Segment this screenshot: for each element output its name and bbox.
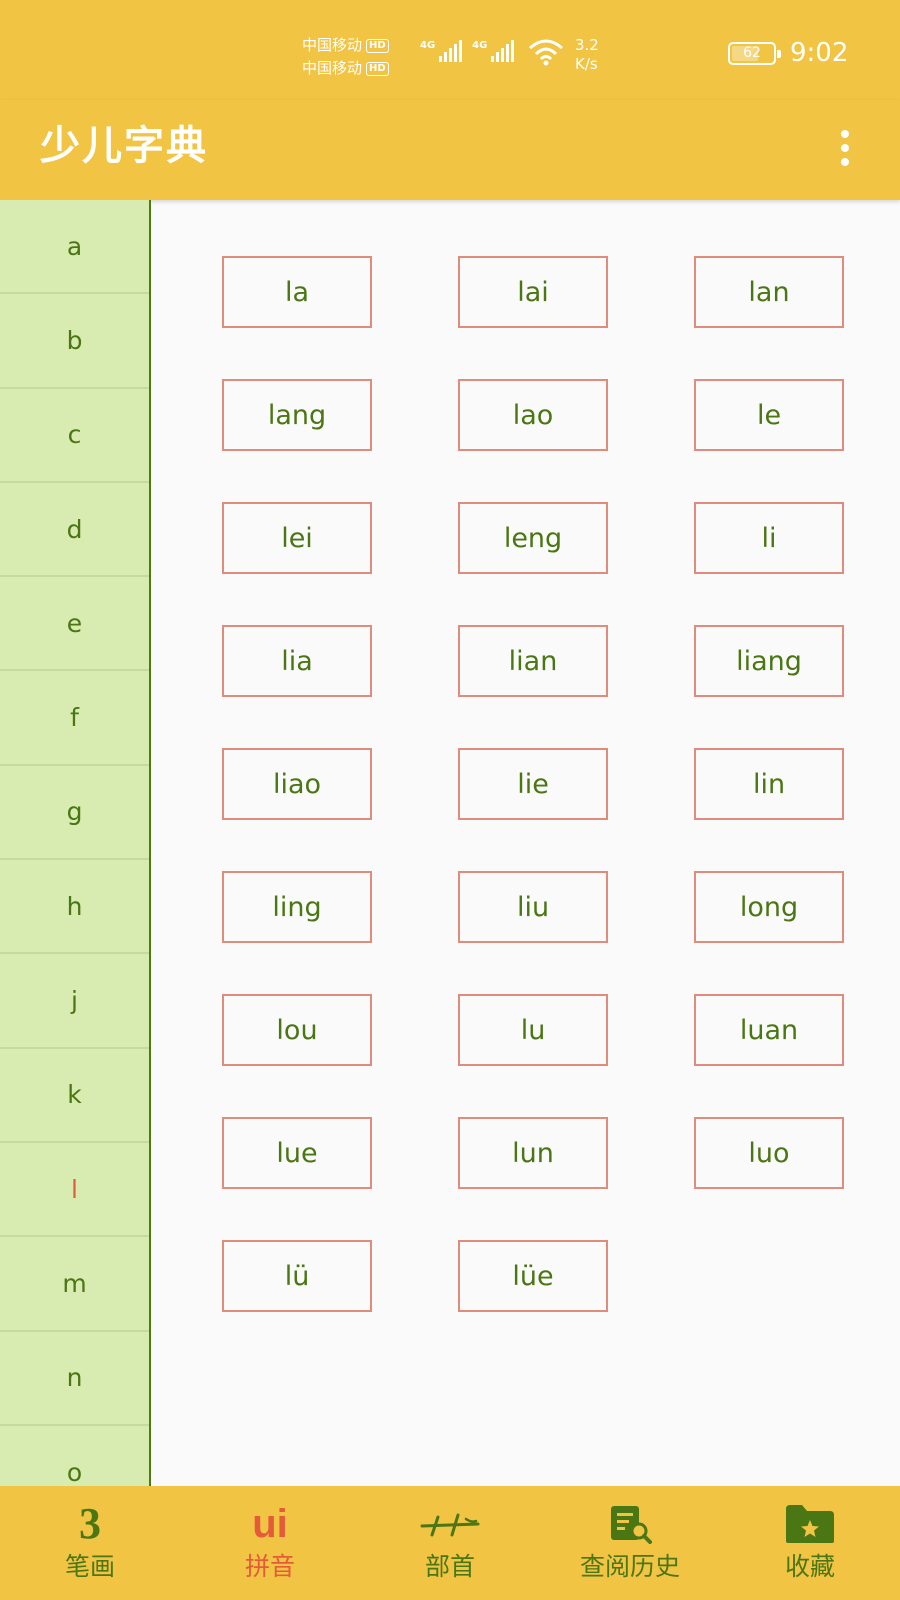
pinyin-button[interactable]: li: [694, 502, 844, 574]
history-icon: [607, 1500, 653, 1548]
nav-item-stroke[interactable]: 3 笔画: [0, 1486, 180, 1600]
pinyin-button[interactable]: lin: [694, 748, 844, 820]
pinyin-button[interactable]: lang: [222, 379, 372, 451]
hd-badge: HD: [366, 61, 389, 76]
sidebar-letter-k[interactable]: k: [0, 1049, 149, 1143]
pinyin-button[interactable]: lian: [458, 625, 608, 697]
pinyin-button[interactable]: long: [694, 871, 844, 943]
pinyin-button[interactable]: liao: [222, 748, 372, 820]
nav-label: 查阅历史: [579, 1552, 680, 1581]
pinyin-button[interactable]: le: [694, 379, 844, 451]
app-title: 少儿字典: [40, 123, 208, 169]
nav-label: 笔画: [64, 1552, 115, 1581]
sidebar-letter-c[interactable]: c: [0, 389, 149, 483]
battery-icon: 62: [728, 42, 781, 65]
signal-icons: 4G 4G: [420, 40, 515, 62]
nav-label: 部首: [424, 1552, 475, 1581]
network-speed: 3.2 K/s: [575, 36, 599, 73]
nav-label: 收藏: [784, 1552, 835, 1581]
pinyin-button[interactable]: liu: [458, 871, 608, 943]
pinyin-button[interactable]: lao: [458, 379, 608, 451]
wifi-icon: [528, 38, 564, 70]
pinyin-button[interactable]: ling: [222, 871, 372, 943]
sidebar-letter-l[interactable]: l: [0, 1143, 149, 1238]
battery-level: 62: [743, 45, 761, 61]
pinyin-button[interactable]: lu: [458, 994, 608, 1066]
nav-label: 拼音: [244, 1552, 295, 1581]
pinyin-button[interactable]: lü: [222, 1240, 372, 1312]
pinyin-button[interactable]: liang: [694, 625, 844, 697]
sidebar-letter-g[interactable]: g: [0, 766, 149, 861]
sidebar-letter-b[interactable]: b: [0, 294, 149, 389]
stroke-icon: 3: [79, 1499, 101, 1548]
pinyin-grid: la lai lan lang lao le lei leng li lia lian liang li…: [151, 200, 900, 1486]
sidebar-letter-d[interactable]: d: [0, 483, 149, 578]
pinyin-button[interactable]: lou: [222, 994, 372, 1066]
pinyin-button[interactable]: la: [222, 256, 372, 328]
sidebar-letter-m[interactable]: m: [0, 1237, 149, 1332]
pinyin-icon: ui: [252, 1502, 288, 1546]
pinyin-button[interactable]: lie: [458, 748, 608, 820]
status-bar: 中国移动 HD 中国移动 HD 4G 4G 3.2 K/s 62 9:02: [0, 0, 900, 100]
hd-badge: HD: [366, 38, 389, 53]
pinyin-button[interactable]: lia: [222, 625, 372, 697]
cell-signal-icon: 4G: [420, 40, 463, 62]
pinyin-button[interactable]: lüe: [458, 1240, 608, 1312]
sidebar-letter-j[interactable]: j: [0, 954, 149, 1049]
radical-icon: [420, 1500, 480, 1548]
pinyin-button[interactable]: luan: [694, 994, 844, 1066]
carrier-info: 中国移动 HD 中国移动 HD: [302, 34, 389, 80]
pinyin-button[interactable]: lai: [458, 256, 608, 328]
sidebar-letter-a[interactable]: a: [0, 200, 149, 295]
sidebar-letter-n[interactable]: n: [0, 1332, 149, 1426]
nav-item-pinyin[interactable]: ui 拼音: [180, 1486, 360, 1600]
carrier-name: 中国移动: [302, 36, 363, 54]
clock: 9:02: [790, 38, 849, 68]
cell-signal-icon: 4G: [472, 40, 515, 62]
pinyin-button[interactable]: lue: [222, 1117, 372, 1189]
pinyin-button[interactable]: lei: [222, 502, 372, 574]
pinyin-button[interactable]: luo: [694, 1117, 844, 1189]
more-options-icon[interactable]: [830, 124, 860, 172]
carrier-name: 中国移动: [302, 59, 363, 77]
sidebar-letter-h[interactable]: h: [0, 860, 149, 955]
favorites-folder-icon: [784, 1500, 836, 1548]
bottom-nav: 3 笔画 ui 拼音 部首 查阅历史 收藏: [0, 1486, 900, 1600]
nav-item-radical[interactable]: 部首: [360, 1486, 540, 1600]
sidebar-letter-e[interactable]: e: [0, 577, 149, 672]
letter-sidebar[interactable]: abcdefghjklmno: [0, 200, 151, 1486]
sidebar-letter-o[interactable]: o: [0, 1426, 149, 1487]
pinyin-button[interactable]: lun: [458, 1117, 608, 1189]
nav-item-favorites[interactable]: 收藏: [720, 1486, 900, 1600]
nav-item-history[interactable]: 查阅历史: [540, 1486, 720, 1600]
app-bar: 少儿字典: [0, 100, 900, 200]
pinyin-button[interactable]: lan: [694, 256, 844, 328]
pinyin-button[interactable]: leng: [458, 502, 608, 574]
sidebar-letter-f[interactable]: f: [0, 671, 149, 766]
